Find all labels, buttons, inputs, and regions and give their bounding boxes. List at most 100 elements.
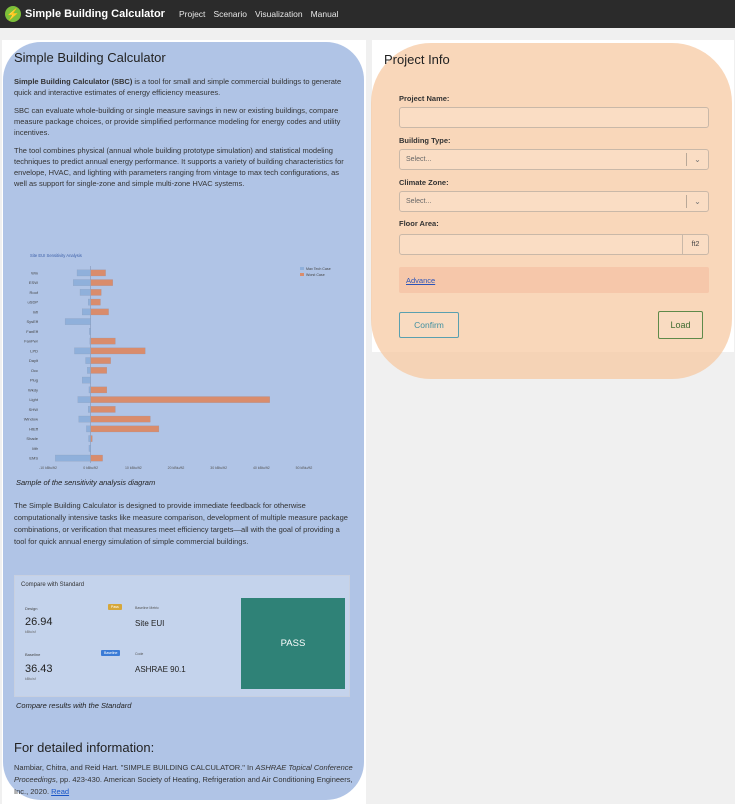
lightning-bolt-icon[interactable]: ⚡ (5, 6, 21, 22)
load-button[interactable]: Load (658, 311, 703, 339)
project-title: Project Info (384, 52, 450, 67)
chart-title: Site EUI Sensitivity Analysis (30, 253, 82, 258)
intro-title: Simple Building Calculator (14, 50, 166, 65)
climate-zone-placeholder: Select... (406, 198, 432, 205)
sensitivity-chart-svg: Site EUI Sensitivity Analysis Win ESW Roof u… (24, 253, 331, 470)
category-label: Occ (31, 368, 38, 373)
project-name-label: Project Name: (399, 94, 450, 103)
design-unit: kBtu/sf (25, 630, 36, 634)
category-label: Wkdy (28, 387, 38, 392)
bar-max-tech (87, 367, 91, 374)
nav-link-visualization[interactable]: Visualization (255, 9, 303, 19)
bar-max-tech (82, 376, 91, 384)
x-tick-label: -10 kBtu/ft2 (39, 466, 57, 470)
building-type-select[interactable]: Select... ⌄ (399, 149, 709, 170)
legend-label: Worst Case (306, 273, 325, 277)
advance-link[interactable]: Advance (406, 276, 435, 285)
category-label: Shade (26, 436, 38, 441)
bar-max-tech (88, 435, 91, 442)
baseline-value: 36.43 (25, 663, 53, 675)
bar-worst (90, 357, 111, 364)
navbar: ⚡ Simple Building Calculator Project Sce… (0, 0, 735, 28)
bar-worst (90, 337, 116, 345)
category-label: Plug (30, 378, 38, 383)
confirm-button[interactable]: Confirm (399, 312, 459, 338)
metric-value: Site EUI (135, 619, 165, 628)
x-tick-label: 10 kBtu/ft2 (125, 466, 142, 470)
bar-worst (90, 425, 160, 433)
building-type-label: Building Type: (399, 136, 451, 145)
baseline-badge: Baseline (101, 650, 121, 656)
bar-worst (90, 454, 103, 462)
nav-link-manual[interactable]: Manual (311, 9, 339, 19)
code-value: ASHRAE 90.1 (135, 665, 186, 674)
bar-worst (90, 289, 102, 296)
bar-max-tech (88, 298, 91, 306)
category-label: FanPwr (24, 339, 38, 344)
bar-max-tech (77, 396, 91, 403)
category-label: SysEff (27, 319, 39, 324)
bar-worst (90, 367, 107, 374)
category-label: Daylt (29, 358, 39, 363)
bar-worst (90, 308, 109, 316)
brand-title[interactable]: Simple Building Calculator (25, 8, 165, 20)
intro-text: Simple Building Calculator Simple Buildi… (14, 50, 354, 196)
floor-area-input[interactable]: ft2 (399, 234, 709, 255)
bar-max-tech (85, 357, 91, 364)
bar-worst (90, 279, 113, 286)
code-label: Code (135, 652, 144, 656)
floor-area-label: Floor Area: (399, 219, 439, 228)
project-name-input[interactable] (399, 107, 709, 128)
compare-title: Compare with Standard (21, 582, 85, 588)
category-label: Roof (30, 290, 39, 295)
bar-worst (90, 435, 93, 442)
reference-pre: Nambiar, Chitra, and Reid Hart. "SIMPLE … (14, 763, 256, 772)
intro-paragraph: Simple Building Calculator (SBC) is a to… (14, 76, 354, 98)
category-label: Mfr (32, 446, 38, 451)
bar-max-tech (73, 279, 91, 286)
paragraph-4: The Simple Building Calculator is design… (14, 501, 348, 546)
x-tick-label: 50 kBtu/ft2 (296, 466, 313, 470)
bar-max-tech (89, 337, 91, 345)
x-tick-label: 20 kBtu/ft2 (168, 466, 185, 470)
category-label: HtEff (29, 426, 39, 431)
bar-max-tech (79, 289, 91, 296)
bar-max-tech (55, 454, 91, 462)
metric-label: Baseline Metric (135, 606, 159, 610)
bar-max-tech (78, 415, 91, 423)
category-label: EMS (29, 456, 38, 461)
advance-section (399, 267, 709, 293)
design-badge: Pass (108, 604, 122, 610)
design-label: Design (25, 606, 38, 611)
read-link[interactable]: Read (51, 787, 69, 796)
paragraph-3: The tool combines physical (annual whole… (14, 146, 344, 188)
nav-link-scenario[interactable]: Scenario (213, 9, 247, 19)
bar-max-tech (88, 406, 91, 413)
category-label: Window (24, 417, 38, 422)
bar-max-tech (89, 328, 91, 335)
climate-zone-select[interactable]: Select... ⌄ (399, 191, 709, 212)
bar-worst (90, 298, 101, 306)
sensitivity-chart: Site EUI Sensitivity Analysis Win ESW Roof u… (14, 250, 359, 475)
legend-swatch (300, 273, 304, 276)
bar-max-tech (88, 386, 91, 394)
bar-max-tech (64, 318, 91, 325)
category-label: LPD (30, 348, 38, 353)
legend-label: Max Tech Case (306, 267, 331, 271)
compare-standard-card: Compare with Standard Design Pass 26.94 … (14, 575, 350, 697)
pass-indicator: PASS (241, 598, 345, 689)
x-tick-label: 40 kBtu/ft2 (253, 466, 270, 470)
building-type-placeholder: Select... (406, 156, 432, 163)
intro-bold: Simple Building Calculator (SBC) (14, 77, 133, 86)
legend-swatch (300, 267, 304, 270)
nav-link-project[interactable]: Project (179, 9, 205, 19)
chevron-down-icon[interactable]: ⌄ (686, 195, 708, 208)
compare-caption: Compare results with the Standard (16, 701, 132, 710)
x-tick-label: 0 kBtu/ft2 (83, 466, 98, 470)
climate-zone-label: Climate Zone: (399, 178, 449, 187)
x-tick-label: 30 kBtu/ft2 (210, 466, 227, 470)
chevron-down-icon[interactable]: ⌄ (686, 153, 708, 166)
category-label: uSDP (28, 300, 39, 305)
category-label: SHW (29, 407, 39, 412)
baseline-unit: kBtu/sf (25, 677, 36, 681)
